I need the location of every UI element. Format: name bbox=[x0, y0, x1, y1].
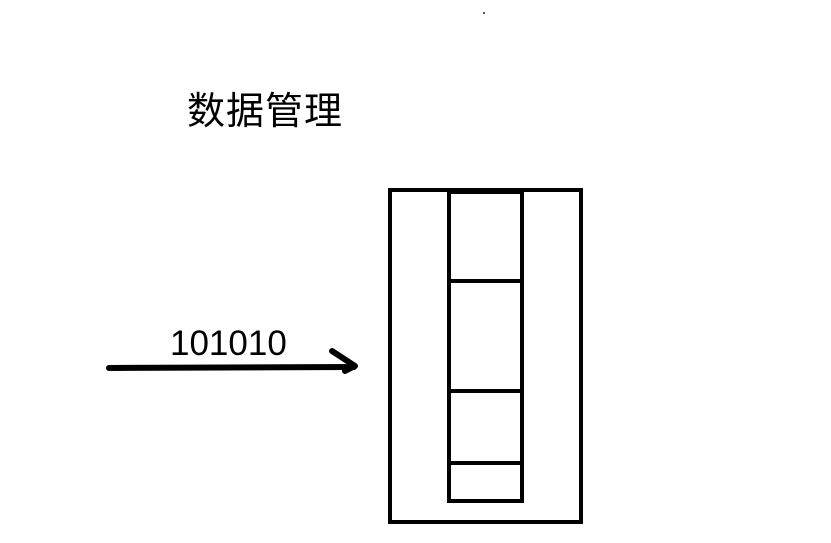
storage-column bbox=[447, 190, 524, 503]
data-flow-diagram bbox=[106, 188, 583, 524]
arrow-shaft bbox=[106, 364, 357, 371]
diagram-canvas: 数据管理 101010 bbox=[0, 0, 831, 543]
storage-container bbox=[388, 188, 583, 524]
